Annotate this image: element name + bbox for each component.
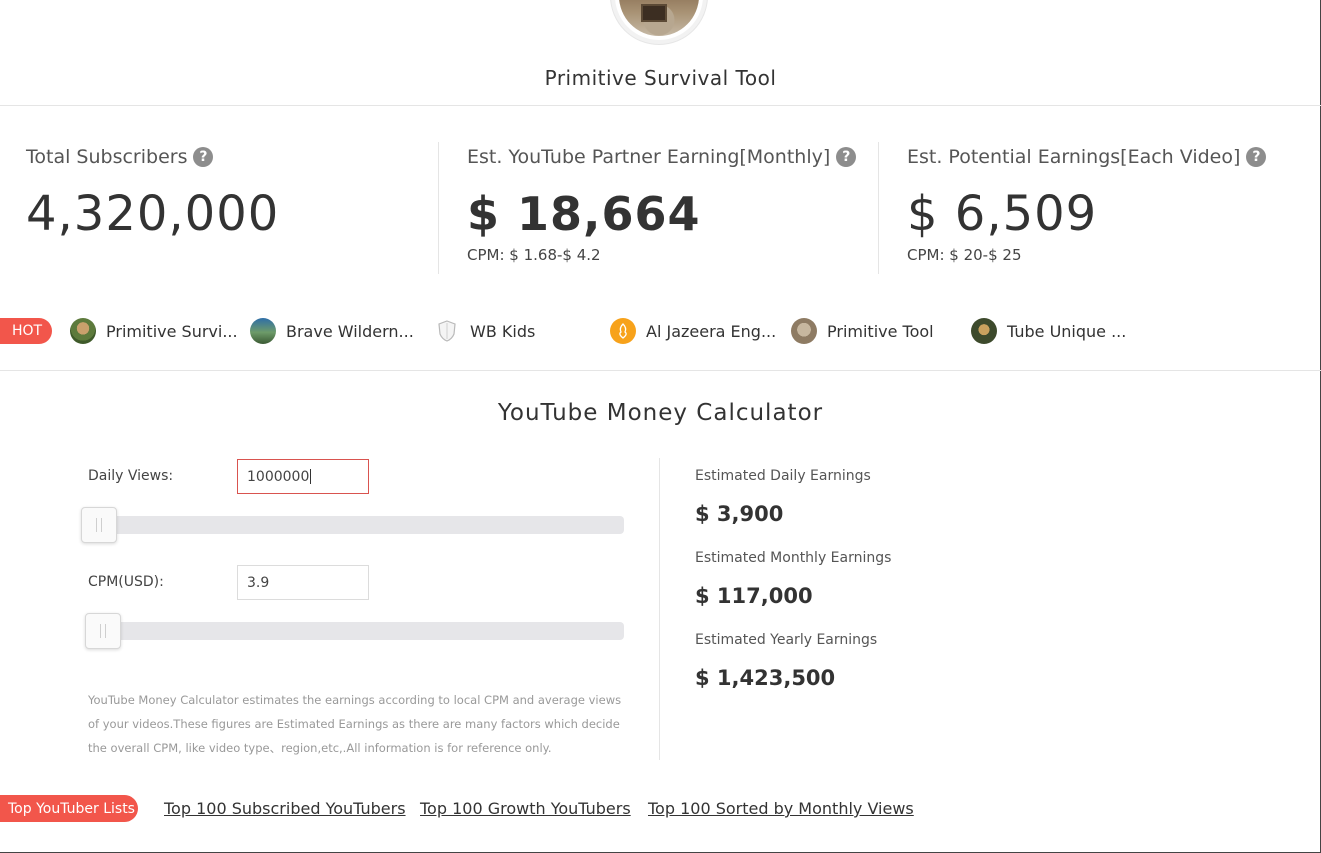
hot-item-label: Brave Wildern... [286, 321, 414, 341]
stat-label: Est. Potential Earnings[Each Video] ? [907, 142, 1298, 172]
stat-label: Total Subscribers ? [26, 142, 438, 172]
daily-views-slider-track[interactable] [90, 516, 624, 534]
stat-value: $ 6,509 [907, 186, 1098, 242]
top-growth-link[interactable]: Top 100 Growth YouTubers [420, 799, 631, 818]
cpm-input[interactable]: 3.9 [237, 565, 369, 600]
cpm-slider-handle[interactable] [85, 613, 121, 649]
monthly-earnings-value: $ 117,000 [695, 584, 813, 608]
daily-views-label: Daily Views: [88, 468, 174, 484]
daily-views-input[interactable]: 1000000 [237, 459, 369, 494]
question-icon[interactable]: ? [836, 147, 857, 167]
stat-total-subscribers: Total Subscribers ? 4,320,000 [26, 142, 438, 274]
channel-avatar-icon [791, 318, 817, 344]
hot-divider [0, 370, 1321, 371]
stat-label-text: Est. YouTube Partner Earning[Monthly] [467, 146, 831, 168]
stat-label: Est. YouTube Partner Earning[Monthly] ? [467, 142, 878, 172]
channel-avatar-icon [250, 318, 276, 344]
calculator-title: YouTube Money Calculator [497, 400, 824, 426]
hot-item[interactable]: Primitive Tool [791, 316, 934, 346]
header-divider [0, 105, 1321, 106]
hot-bar: HOT Primitive Survi... Brave Wildern... … [0, 316, 1321, 346]
stat-cpm: CPM: $ 1.68-$ 4.2 [467, 246, 601, 264]
top-lists-badge: Top YouTuber Lists [0, 795, 138, 822]
hot-item[interactable]: Al Jazeera Eng... [610, 316, 776, 346]
top-monthly-views-link[interactable]: Top 100 Sorted by Monthly Views [648, 799, 914, 818]
hot-item-label: Al Jazeera Eng... [646, 321, 777, 341]
stat-value: $ 18,664 [467, 187, 701, 241]
top-lists-bar: Top YouTuber Lists Top 100 Subscribed Yo… [0, 795, 1321, 822]
cpm-value: 3.9 [247, 574, 270, 591]
daily-views-value: 1000000 [247, 468, 310, 485]
calculator-separator [659, 458, 660, 760]
hot-item[interactable]: Tube Unique ... [971, 316, 1126, 346]
hot-item-label: WB Kids [470, 321, 536, 341]
daily-earnings-label: Estimated Daily Earnings [695, 468, 871, 484]
channel-avatar-icon [70, 318, 96, 344]
stat-video-earning: Est. Potential Earnings[Each Video] ? $ … [878, 142, 1298, 274]
wb-shield-icon [434, 318, 460, 344]
cpm-slider-track[interactable] [90, 622, 624, 640]
daily-views-slider-handle[interactable] [81, 507, 117, 543]
channel-avatar-image [619, 0, 699, 36]
stat-label-text: Est. Potential Earnings[Each Video] [907, 146, 1241, 168]
channel-name: Primitive Survival Tool [544, 66, 777, 90]
hot-badge: HOT [0, 318, 52, 344]
stat-label-text: Total Subscribers [26, 146, 188, 168]
calculator-results: Estimated Daily Earnings $ 3,900 Estimat… [695, 468, 1195, 714]
hot-item[interactable]: Brave Wildern... [250, 316, 414, 346]
daily-earnings-value: $ 3,900 [695, 502, 784, 526]
al-jazeera-logo-icon [610, 318, 636, 344]
channel-avatar-icon [971, 318, 997, 344]
cpm-label: CPM(USD): [88, 574, 164, 590]
yearly-earnings-label: Estimated Yearly Earnings [695, 632, 878, 648]
hot-item[interactable]: WB Kids [434, 316, 535, 346]
hot-item-label: Primitive Survi... [106, 321, 238, 341]
hot-item-label: Tube Unique ... [1007, 321, 1127, 341]
hot-item[interactable]: Primitive Survi... [70, 316, 238, 346]
question-icon[interactable]: ? [1246, 147, 1267, 167]
stat-value: 4,320,000 [26, 186, 280, 242]
stat-monthly-earning: Est. YouTube Partner Earning[Monthly] ? … [438, 142, 878, 274]
hot-item-label: Primitive Tool [827, 321, 934, 341]
stat-cpm: CPM: $ 20-$ 25 [907, 246, 1022, 264]
question-icon[interactable]: ? [193, 147, 214, 167]
calculator-note: YouTube Money Calculator estimates the e… [88, 693, 622, 755]
yearly-earnings-value: $ 1,423,500 [695, 666, 836, 690]
monthly-earnings-label: Estimated Monthly Earnings [695, 550, 892, 566]
text-cursor [310, 469, 312, 484]
top-subscribed-link[interactable]: Top 100 Subscribed YouTubers [164, 799, 406, 818]
